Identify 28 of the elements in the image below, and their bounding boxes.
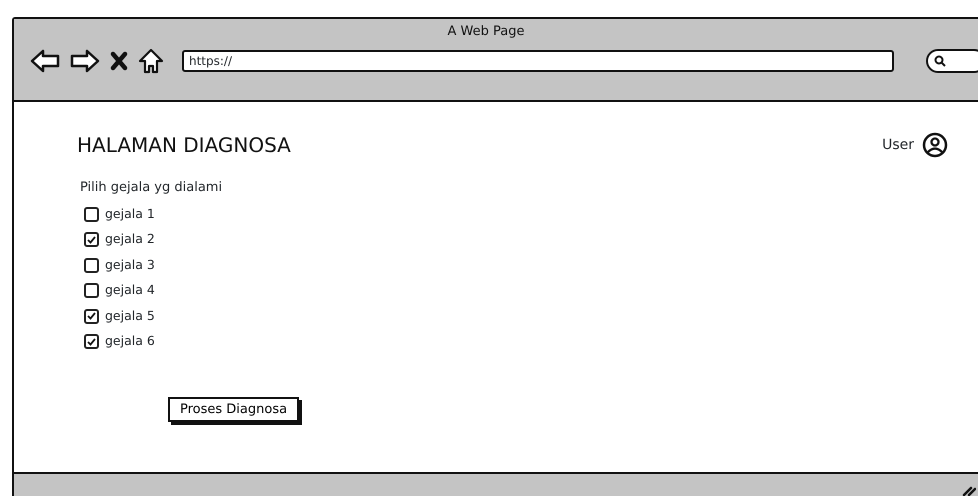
user-icon[interactable] — [922, 132, 948, 158]
prompt-text: Pilih gejala yg dialami — [80, 179, 224, 197]
checkbox[interactable] — [84, 283, 99, 298]
back-icon[interactable] — [30, 48, 60, 72]
symptom-label: gejala 5 — [105, 306, 155, 325]
checkbox[interactable] — [84, 232, 99, 248]
symptom-label: gejala 1 — [105, 204, 155, 223]
check-icon — [87, 338, 96, 346]
checkbox[interactable] — [84, 334, 99, 350]
forward-icon[interactable] — [70, 48, 100, 72]
symptom-label: gejala 4 — [105, 281, 155, 300]
checkbox[interactable] — [84, 206, 99, 222]
symptom-label: gejala 2 — [105, 230, 155, 248]
search-field[interactable] — [926, 48, 978, 72]
symptom-label: gejala 3 — [105, 256, 155, 274]
close-icon[interactable] — [110, 50, 128, 70]
address-field[interactable]: https:// — [182, 50, 894, 72]
check-icon — [87, 312, 96, 320]
check-icon — [87, 236, 96, 244]
search-icon — [934, 54, 946, 66]
symptom-label: gejala 6 — [105, 332, 155, 350]
checkbox[interactable] — [84, 258, 99, 273]
home-icon[interactable] — [138, 48, 164, 74]
page-heading: HALAMAN DIAGNOSA — [77, 133, 291, 157]
checkbox[interactable] — [84, 308, 99, 324]
process-button[interactable]: Proses Diagnosa — [168, 396, 300, 422]
user-label: User — [882, 136, 914, 154]
window-title: A Web Page — [448, 23, 524, 41]
